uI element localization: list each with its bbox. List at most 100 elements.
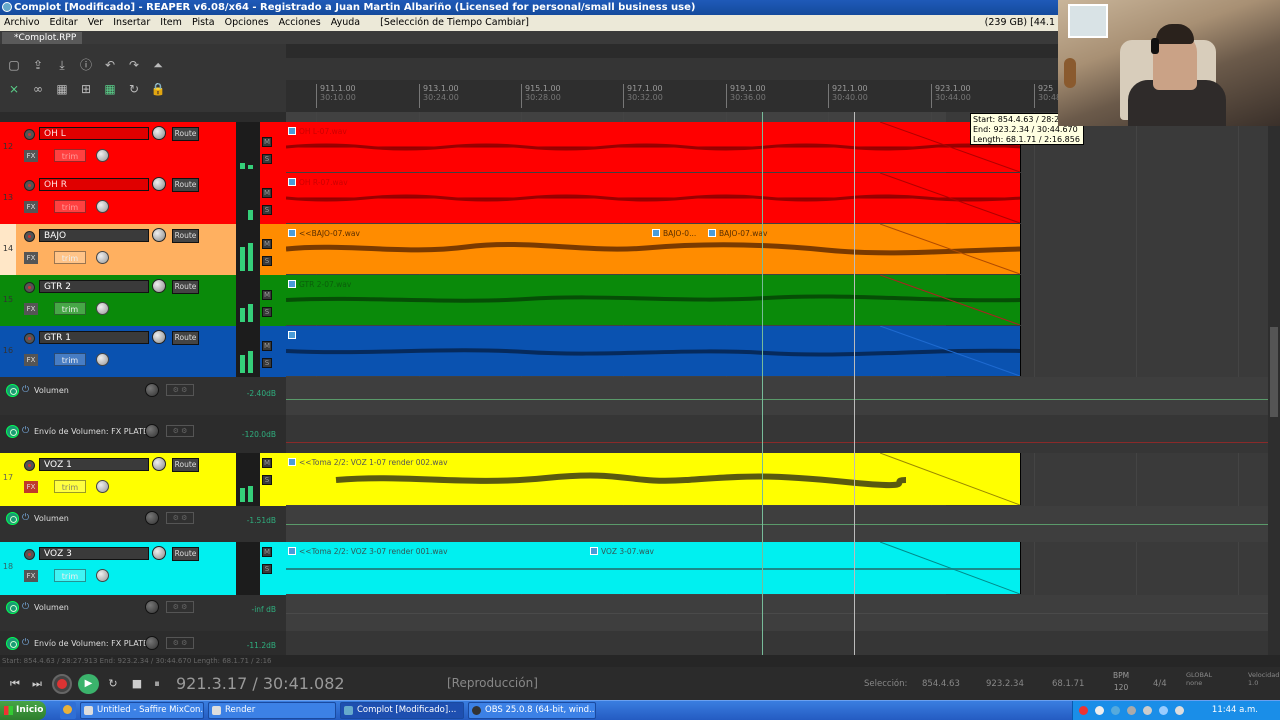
project-settings-icon[interactable]: ⓘ: [78, 58, 94, 72]
envelope-lane[interactable]: [286, 506, 1280, 542]
envelope-power-icon[interactable]: ⏻: [22, 638, 29, 648]
menu-editar[interactable]: Editar: [50, 17, 78, 28]
media-item-oh-l[interactable]: OH L-07.wav: [286, 122, 1021, 172]
trim-button[interactable]: trim: [54, 353, 86, 366]
taskbar-button[interactable]: Untitled - Saffire MixCon...: [80, 702, 204, 719]
clock[interactable]: 11:44 a.m.: [1212, 701, 1258, 720]
route-button[interactable]: Route: [172, 178, 199, 192]
playrate[interactable]: Velocidad 1.0: [1248, 671, 1279, 687]
envelope-knob[interactable]: [145, 383, 159, 397]
track-name[interactable]: OH R: [39, 178, 149, 191]
fx-button[interactable]: FX: [24, 354, 38, 366]
global-automation[interactable]: GLOBAL none: [1186, 671, 1212, 687]
chrome-icon[interactable]: [60, 702, 76, 719]
taskbar-button-active[interactable]: Complot [Modificado]...: [340, 702, 464, 719]
solo-button[interactable]: S: [262, 256, 272, 266]
route-button[interactable]: Route: [172, 331, 199, 345]
tray-icon[interactable]: [1095, 706, 1104, 715]
mute-button[interactable]: M: [262, 547, 272, 557]
record-arm-button[interactable]: [24, 333, 35, 344]
scrollbar-thumb[interactable]: [1270, 327, 1278, 417]
envelope-volume-row[interactable]: ⏻ Volumen ⚙ ⚙ -inf dB: [0, 595, 286, 631]
mute-button[interactable]: M: [262, 137, 272, 147]
metronome-icon[interactable]: ⏶: [150, 58, 166, 72]
pan-knob[interactable]: [96, 251, 109, 264]
menu-ayuda[interactable]: Ayuda: [331, 17, 360, 28]
fx-button[interactable]: FX: [24, 150, 38, 162]
position-display[interactable]: 921.3.17 / 30:41.082: [176, 674, 345, 694]
pause-icon[interactable]: ⏸: [148, 675, 166, 693]
record-arm-button[interactable]: [24, 460, 35, 471]
route-button[interactable]: Route: [172, 127, 199, 141]
volume-knob[interactable]: [152, 177, 166, 191]
envelope-knob[interactable]: [145, 636, 159, 650]
fade-out[interactable]: [880, 326, 1020, 376]
envelope-power-icon[interactable]: ⏻: [22, 426, 29, 436]
envelope-send-row[interactable]: ⏻ Envío de Volumen: FX PLATE V ⚙ ⚙ -11.2…: [0, 631, 286, 655]
fx-button[interactable]: FX: [24, 201, 38, 213]
envelope-power-icon[interactable]: ⏻: [22, 602, 29, 612]
route-button[interactable]: Route: [172, 458, 199, 472]
track-name[interactable]: VOZ 1: [39, 458, 149, 471]
envelope-options-icon[interactable]: ⚙ ⚙: [166, 637, 194, 649]
envelope-volume-row[interactable]: ⏻ Volumen ⚙ ⚙ -2.40dB: [0, 377, 286, 415]
grid-icon[interactable]: ▦: [102, 82, 118, 96]
volume-knob[interactable]: [152, 228, 166, 242]
mute-button[interactable]: M: [262, 458, 272, 468]
track-gtr-1[interactable]: 16 GTR 1 Route FX trim M S: [0, 326, 286, 377]
tray-icon[interactable]: [1159, 706, 1168, 715]
stop-icon[interactable]: ■: [128, 675, 146, 693]
record-arm-button[interactable]: [24, 231, 35, 242]
tray-icon[interactable]: [1143, 706, 1152, 715]
track-name[interactable]: GTR 1: [39, 331, 149, 344]
pan-knob[interactable]: [96, 569, 109, 582]
envelope-options-icon[interactable]: ⚙ ⚙: [166, 601, 194, 613]
volume-knob[interactable]: [152, 457, 166, 471]
time-signature[interactable]: 4/4: [1153, 679, 1167, 689]
media-item-oh-r[interactable]: OH R-07.wav: [286, 173, 1021, 223]
envelope-lane[interactable]: [286, 631, 1280, 655]
arrange-vertical-scrollbar[interactable]: [1268, 112, 1280, 655]
pan-knob[interactable]: [96, 302, 109, 315]
tray-icon[interactable]: [1127, 706, 1136, 715]
tray-icon[interactable]: [1111, 706, 1120, 715]
redo-icon[interactable]: ↷: [126, 58, 142, 72]
envelope-line[interactable]: [286, 524, 1280, 525]
group-icon[interactable]: ▦: [54, 82, 70, 96]
envelope-lock-icon[interactable]: ⊞: [78, 82, 94, 96]
envelope-knob[interactable]: [145, 424, 159, 438]
lock-icon[interactable]: 🔒: [150, 82, 166, 96]
track-name[interactable]: VOZ 3: [39, 547, 149, 560]
track-bajo[interactable]: 14 BAJO Route FX trim M S: [0, 224, 286, 275]
trim-button[interactable]: trim: [54, 302, 86, 315]
trim-button[interactable]: trim: [54, 251, 86, 264]
fx-button[interactable]: FX: [24, 252, 38, 264]
envelope-toggle-icon[interactable]: [6, 512, 19, 525]
ripple-off-icon[interactable]: ⨯: [6, 82, 22, 96]
trim-button[interactable]: trim: [54, 569, 86, 582]
track-name[interactable]: OH L: [39, 127, 149, 140]
menu-opciones[interactable]: Opciones: [225, 17, 269, 28]
trim-button[interactable]: trim: [54, 480, 86, 493]
loop-icon[interactable]: ↻: [126, 82, 142, 96]
track-voz-1[interactable]: 17 VOZ 1 Route FX trim M S: [0, 453, 286, 506]
envelope-lane[interactable]: [286, 595, 1280, 631]
fade-out[interactable]: [880, 453, 1020, 505]
envelope-power-icon[interactable]: ⏻: [22, 385, 29, 395]
open-project-icon[interactable]: ⇪: [30, 58, 46, 72]
go-to-start-icon[interactable]: ⏮: [6, 675, 24, 693]
menu-item[interactable]: Item: [160, 17, 182, 28]
envelope-options-icon[interactable]: ⚙ ⚙: [166, 512, 194, 524]
track-oh-l[interactable]: 12 OH L Route FX trim M S: [0, 122, 286, 173]
fx-button[interactable]: FX: [24, 481, 38, 493]
new-project-icon[interactable]: ▢: [6, 58, 22, 72]
track-gtr-2[interactable]: 15 GTR 2 Route FX trim M S: [0, 275, 286, 326]
fade-out[interactable]: [880, 275, 1020, 325]
envelope-line[interactable]: [286, 399, 1280, 400]
media-item-gtr-1[interactable]: [286, 326, 1021, 376]
fade-out[interactable]: [880, 542, 1020, 594]
volume-knob[interactable]: [152, 279, 166, 293]
envelope-lane[interactable]: [286, 377, 1280, 415]
pan-knob[interactable]: [96, 200, 109, 213]
solo-button[interactable]: S: [262, 205, 272, 215]
